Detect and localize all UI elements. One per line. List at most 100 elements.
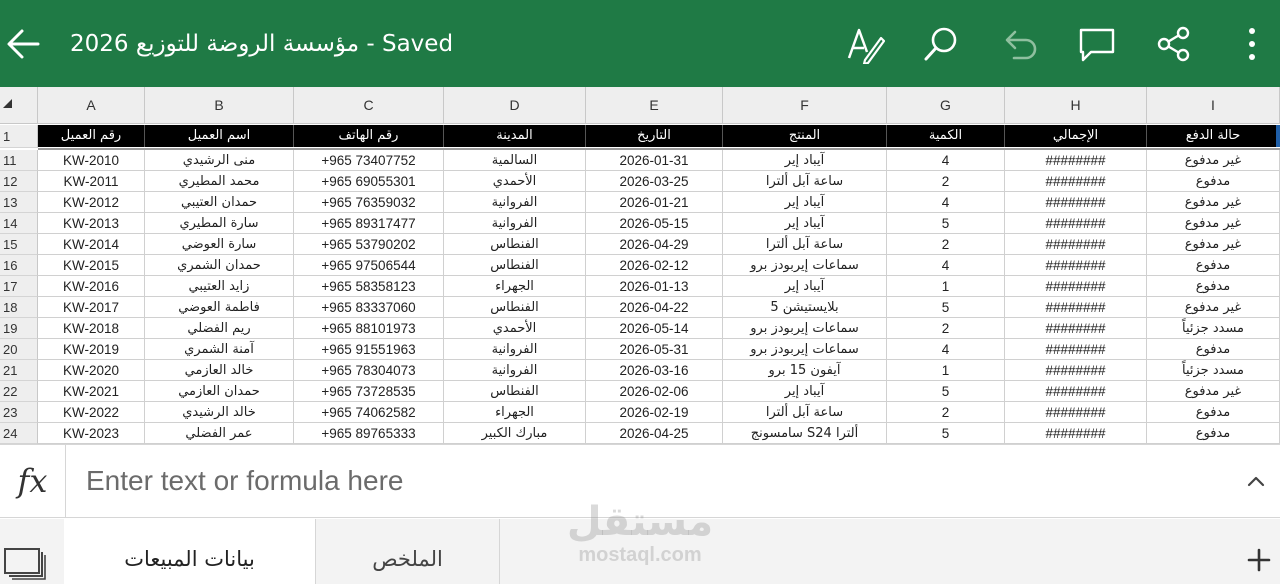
table-cell[interactable]: ######## [1005, 234, 1147, 255]
table-cell[interactable]: KW-2014 [38, 234, 145, 255]
table-cell[interactable]: +965 89317477 [294, 213, 444, 234]
table-cell[interactable]: ######## [1005, 381, 1147, 402]
table-cell[interactable]: KW-2013 [38, 213, 145, 234]
column-header-h[interactable]: H [1005, 87, 1147, 124]
table-cell[interactable]: 5 [887, 381, 1005, 402]
table-cell[interactable]: 2 [887, 402, 1005, 423]
table-cell[interactable]: الفنطاس [444, 297, 586, 318]
table-cell[interactable]: KW-2022 [38, 402, 145, 423]
table-cell[interactable]: الفروانية [444, 192, 586, 213]
table-cell[interactable]: حمدان العتيبي [145, 192, 294, 213]
table-cell[interactable]: ######## [1005, 276, 1147, 297]
table-cell[interactable]: مسدد جزئياً [1147, 318, 1280, 339]
undo-icon[interactable] [1000, 24, 1040, 64]
table-cell[interactable]: مدفوع [1147, 423, 1280, 444]
table-cell[interactable]: ######## [1005, 213, 1147, 234]
row-number[interactable]: 18 [0, 297, 38, 318]
table-cell[interactable]: 5 [887, 423, 1005, 444]
table-cell[interactable]: عمر الفضلي [145, 423, 294, 444]
table-cell[interactable]: KW-2017 [38, 297, 145, 318]
table-cell[interactable]: ######## [1005, 297, 1147, 318]
row-number[interactable]: 16 [0, 255, 38, 276]
table-cell[interactable]: سامسونج S24 ألترا [723, 423, 887, 444]
table-cell[interactable]: مدفوع [1147, 339, 1280, 360]
table-cell[interactable]: ######## [1005, 318, 1147, 339]
table-cell[interactable]: ######## [1005, 339, 1147, 360]
table-cell[interactable]: سماعات إيربودز برو [723, 339, 887, 360]
tab-summary[interactable]: الملخص [316, 519, 500, 584]
table-cell[interactable]: 2026-05-31 [586, 339, 723, 360]
table-cell[interactable]: 2 [887, 318, 1005, 339]
table-cell[interactable]: غير مدفوع [1147, 297, 1280, 318]
table-cell[interactable]: الفنطاس [444, 234, 586, 255]
document-title[interactable]: مؤسسة الروضة للتوزيع 2026 - Saved [70, 26, 453, 62]
row-number[interactable]: 13 [0, 192, 38, 213]
table-cell[interactable]: 2026-01-31 [586, 150, 723, 171]
table-cell[interactable]: KW-2019 [38, 339, 145, 360]
draw-pen-icon[interactable] [845, 24, 886, 66]
table-cell[interactable]: +965 83337060 [294, 297, 444, 318]
row-number[interactable]: 22 [0, 381, 38, 402]
header-cell[interactable]: اسم العميل [145, 125, 294, 147]
table-cell[interactable]: خالد الرشيدي [145, 402, 294, 423]
column-header-f[interactable]: F [723, 87, 887, 124]
table-cell[interactable]: +965 74062582 [294, 402, 444, 423]
header-cell[interactable]: الكمية [887, 125, 1005, 147]
header-cell[interactable]: رقم العميل [38, 125, 145, 147]
table-cell[interactable]: زايد العتيبي [145, 276, 294, 297]
table-cell[interactable]: الأحمدي [444, 171, 586, 192]
table-cell[interactable]: KW-2012 [38, 192, 145, 213]
table-cell[interactable]: ساعة آبل ألترا [723, 234, 887, 255]
table-cell[interactable]: 2026-02-19 [586, 402, 723, 423]
table-cell[interactable]: مدفوع [1147, 402, 1280, 423]
select-all-corner[interactable] [0, 87, 38, 124]
chevron-up-icon[interactable] [1244, 469, 1268, 493]
table-cell[interactable]: آيباد إير [723, 381, 887, 402]
table-cell[interactable]: ريم الفضلي [145, 318, 294, 339]
row-number[interactable]: 23 [0, 402, 38, 423]
column-header-b[interactable]: B [145, 87, 294, 124]
table-cell[interactable]: 5 [887, 213, 1005, 234]
back-arrow-icon[interactable] [4, 22, 44, 66]
table-cell[interactable]: +965 91551963 [294, 339, 444, 360]
table-cell[interactable]: +965 97506544 [294, 255, 444, 276]
table-cell[interactable]: KW-2018 [38, 318, 145, 339]
table-cell[interactable]: KW-2023 [38, 423, 145, 444]
more-vertical-icon[interactable] [1232, 24, 1272, 64]
table-cell[interactable]: 2026-03-16 [586, 360, 723, 381]
search-icon[interactable] [922, 24, 962, 64]
row-number[interactable]: 19 [0, 318, 38, 339]
table-cell[interactable]: 4 [887, 150, 1005, 171]
header-cell[interactable]: المنتج [723, 125, 887, 147]
table-cell[interactable]: +965 73728535 [294, 381, 444, 402]
table-cell[interactable]: 1 [887, 276, 1005, 297]
table-cell[interactable]: ######## [1005, 171, 1147, 192]
table-cell[interactable]: 2026-02-06 [586, 381, 723, 402]
table-cell[interactable]: 2 [887, 171, 1005, 192]
table-cell[interactable]: +965 89765333 [294, 423, 444, 444]
table-cell[interactable]: غير مدفوع [1147, 213, 1280, 234]
table-cell[interactable]: ######## [1005, 360, 1147, 381]
row-number[interactable]: 11 [0, 150, 38, 171]
fx-icon[interactable]: fx [0, 445, 66, 517]
table-cell[interactable]: خالد العازمي [145, 360, 294, 381]
table-cell[interactable]: 4 [887, 255, 1005, 276]
table-cell[interactable]: آيفون 15 برو [723, 360, 887, 381]
table-cell[interactable]: +965 76359032 [294, 192, 444, 213]
table-cell[interactable]: 2026-05-14 [586, 318, 723, 339]
table-cell[interactable]: مدفوع [1147, 276, 1280, 297]
table-cell[interactable]: KW-2016 [38, 276, 145, 297]
table-cell[interactable]: 2026-01-21 [586, 192, 723, 213]
column-header-e[interactable]: E [586, 87, 723, 124]
table-cell[interactable]: ######## [1005, 192, 1147, 213]
table-cell[interactable]: سماعات إيربودز برو [723, 255, 887, 276]
comment-icon[interactable] [1077, 24, 1117, 64]
row-number[interactable]: 17 [0, 276, 38, 297]
table-cell[interactable]: +965 73407752 [294, 150, 444, 171]
column-header-g[interactable]: G [887, 87, 1005, 124]
table-cell[interactable]: الفنطاس [444, 381, 586, 402]
table-cell[interactable]: فاطمة العوضي [145, 297, 294, 318]
table-cell[interactable]: KW-2015 [38, 255, 145, 276]
table-cell[interactable]: بلايستيشن 5 [723, 297, 887, 318]
table-cell[interactable]: غير مدفوع [1147, 192, 1280, 213]
